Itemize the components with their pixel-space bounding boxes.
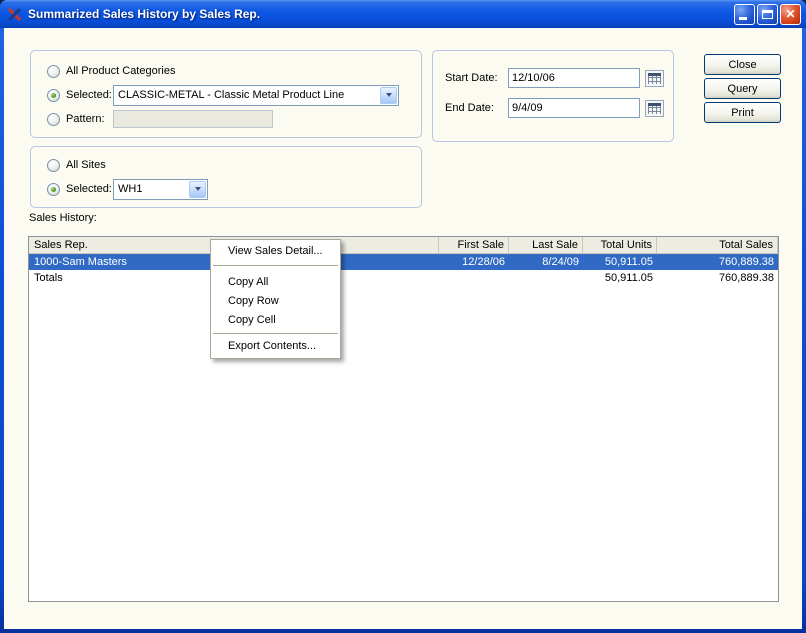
chevron-down-icon: [194, 187, 201, 191]
product-pattern-label: Pattern:: [66, 113, 105, 125]
app-icon: [7, 6, 23, 22]
dialog-content: All Product Categories Selected: CLASSIC…: [4, 28, 802, 629]
minimize-icon: [739, 16, 747, 20]
print-button[interactable]: Print: [704, 102, 781, 123]
date-range-group: Start Date: End Date:: [432, 50, 674, 142]
maximize-icon: [762, 9, 773, 19]
cell-total-sales: 760,889.38: [718, 256, 774, 268]
cell-last-sale: [509, 270, 583, 286]
all-sites-label: All Sites: [66, 159, 106, 171]
sites-group: All Sites Selected: WH1: [30, 146, 422, 208]
table-row-totals[interactable]: Totals 50,911.05 760,889.38: [29, 270, 778, 286]
start-date-label: Start Date:: [445, 72, 498, 84]
menu-separator: [213, 333, 338, 334]
product-pattern-radio[interactable]: [47, 112, 60, 126]
all-sites-radio[interactable]: [47, 158, 60, 172]
site-value: WH1: [118, 183, 143, 195]
window-controls: ✕: [734, 3, 801, 25]
site-selected-radio[interactable]: [47, 182, 60, 196]
column-header-first-sale[interactable]: First Sale: [439, 237, 509, 253]
menu-separator: [213, 265, 338, 266]
start-date-calendar-icon[interactable]: [645, 69, 664, 87]
sales-history-table: Sales Rep. First Sale Last Sale Total Un…: [28, 236, 779, 602]
menu-item-export-contents[interactable]: Export Contents...: [211, 337, 340, 356]
menu-item-copy-cell[interactable]: Copy Cell: [211, 311, 340, 330]
site-selected-label: Selected:: [66, 183, 112, 195]
pattern-input: [113, 110, 273, 128]
end-date-calendar-icon[interactable]: [645, 99, 664, 117]
table-header: Sales Rep. First Sale Last Sale Total Un…: [29, 237, 778, 254]
maximize-button[interactable]: [757, 3, 778, 25]
cell-last-sale: 8/24/09: [542, 256, 579, 268]
column-header-total-units[interactable]: Total Units: [583, 237, 657, 253]
cell-first-sale: 12/28/06: [462, 256, 505, 268]
window-title: Summarized Sales History by Sales Rep.: [28, 7, 261, 21]
column-header-last-sale[interactable]: Last Sale: [509, 237, 583, 253]
close-button[interactable]: Close: [704, 54, 781, 75]
table-row[interactable]: 1000-Sam Masters 12/28/06 8/24/09 50,911…: [29, 254, 778, 270]
product-category-combobox[interactable]: CLASSIC-METAL - Classic Metal Product Li…: [113, 84, 399, 106]
product-category-value: CLASSIC-METAL - Classic Metal Product Li…: [118, 89, 345, 101]
action-buttons: Close Query Print: [704, 54, 781, 123]
sales-history-label: Sales History:: [29, 212, 97, 224]
menu-item-view-sales-detail[interactable]: View Sales Detail...: [211, 242, 340, 261]
dialog-window: Summarized Sales History by Sales Rep. ✕…: [0, 0, 806, 633]
product-categories-group: All Product Categories Selected: CLASSIC…: [30, 50, 422, 138]
cell-total-units: 50,911.05: [604, 272, 653, 284]
all-product-categories-radio[interactable]: [47, 64, 60, 78]
chevron-down-icon: [385, 93, 392, 97]
menu-item-copy-row[interactable]: Copy Row: [211, 292, 340, 311]
all-product-categories-label: All Product Categories: [66, 65, 176, 77]
minimize-button[interactable]: [734, 3, 755, 25]
site-combobox[interactable]: WH1: [113, 178, 208, 200]
context-menu: View Sales Detail... Copy All Copy Row C…: [210, 239, 341, 359]
product-selected-label: Selected:: [66, 89, 112, 101]
cell-first-sale: [439, 270, 509, 286]
cell-total-sales: 760,889.38: [718, 272, 774, 284]
titlebar[interactable]: Summarized Sales History by Sales Rep. ✕: [0, 0, 806, 28]
end-date-input[interactable]: [508, 98, 640, 118]
window-close-button[interactable]: ✕: [780, 3, 801, 25]
site-combo-dropdown-button[interactable]: [189, 180, 206, 198]
cell-total-units: 50,911.05: [604, 256, 653, 268]
product-combo-dropdown-button[interactable]: [380, 86, 397, 104]
product-selected-radio[interactable]: [47, 88, 60, 102]
menu-item-copy-all[interactable]: Copy All: [211, 273, 340, 292]
start-date-input[interactable]: [508, 68, 640, 88]
close-icon: ✕: [785, 7, 796, 21]
query-button[interactable]: Query: [704, 78, 781, 99]
end-date-label: End Date:: [445, 102, 494, 114]
column-header-total-sales[interactable]: Total Sales: [657, 237, 778, 253]
